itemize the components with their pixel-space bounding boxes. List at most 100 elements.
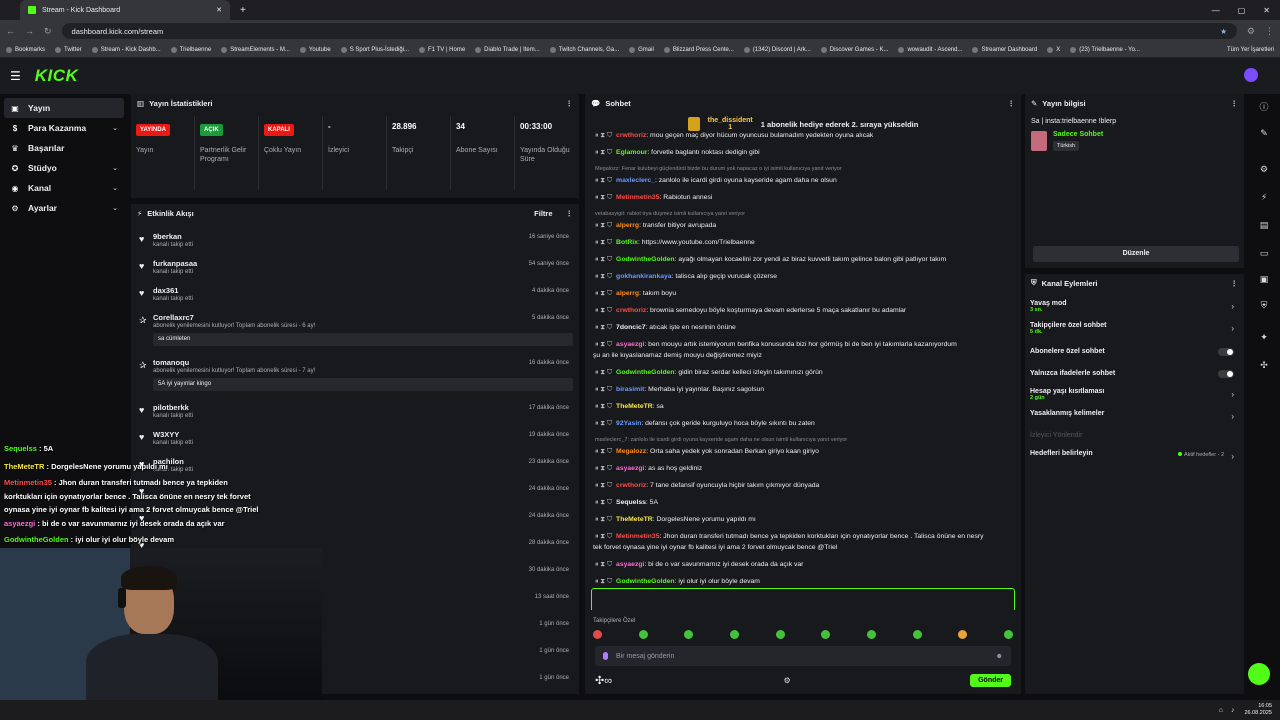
mod-actions-icon[interactable]: ⏸ ⧗ ⛉ [595, 516, 612, 523]
chat-message[interactable]: ⏸ ⧗ ⛉ alperrg: transfer bitiyor avrupada [595, 222, 1015, 230]
more-options-icon[interactable]: ⋮ [566, 99, 574, 108]
chat-username[interactable]: crwthoriz [616, 482, 646, 489]
chat-message[interactable]: Megalozz: Fenar kulubeyi güçlendirdi biz… [595, 166, 1015, 172]
browser-tab[interactable]: Stream - Kick Dashboard ✕ [20, 0, 230, 20]
bookmark-item[interactable]: (23) Trielbaenne - Yo... [1070, 46, 1140, 53]
sidebar-item-0[interactable]: ▣ Yayın [4, 98, 124, 118]
mod-actions-icon[interactable]: ⏸ ⧗ ⛉ [595, 324, 612, 331]
sidebar-item-3[interactable]: ✪ Stüdyo ⌄ [4, 158, 124, 178]
chat-username[interactable]: alperrg [616, 290, 639, 297]
user-avatar[interactable] [1244, 68, 1258, 82]
sidebar-item-5[interactable]: ⚙ Ayarlar ⌄ [4, 198, 124, 218]
address-bar[interactable]: dashboard.kick.com/stream ★ [61, 23, 1237, 39]
toggle-switch[interactable] [1218, 348, 1234, 356]
channel-action-row[interactable]: Yasaklanmış kelimeler › [1030, 410, 1238, 421]
chat-message[interactable]: ⏸ ⧗ ⛉ alperrg: takım boyu [595, 290, 1015, 298]
chevron-down-icon[interactable]: ⌄ [112, 204, 118, 212]
bookmark-item[interactable]: Youtube [299, 46, 331, 53]
emote-icon[interactable] [593, 630, 602, 639]
filter-button[interactable]: Filtre [534, 209, 552, 218]
chevron-right-icon[interactable]: › [1231, 324, 1234, 333]
mod-actions-icon[interactable]: ⏸ ⧗ ⛉ [595, 239, 612, 246]
apps-icon[interactable]: ✣ [1258, 360, 1270, 372]
tab-close-icon[interactable]: ✕ [216, 6, 222, 14]
chat-username[interactable]: GodwintheGolden [616, 256, 675, 263]
mod-actions-icon[interactable]: ⏸ ⧗ ⛉ [595, 132, 612, 139]
chat-username[interactable]: Eglamour [616, 149, 647, 156]
bookmark-item[interactable]: Twitch Channels, Ga... [549, 46, 619, 53]
chat-username[interactable]: TheMeteTR [616, 403, 653, 410]
more-options-icon[interactable]: ⋮ [1231, 99, 1239, 108]
chat-message[interactable]: ⏸ ⧗ ⛉ crwthoriz: 7 tane defansif oyuncuyl… [595, 482, 1015, 490]
chat-username[interactable]: asyaezgi [616, 465, 644, 472]
edit-button[interactable]: Düzenle [1033, 246, 1239, 262]
bookmark-item[interactable]: Trielbaenne [170, 46, 211, 53]
chat-message[interactable]: maxleclerc_7: zanlolo ile icardi girdi o… [595, 437, 1015, 443]
chat-message[interactable]: ⏸ ⧗ ⛉ asyaezgi: bi de o var savunmarnız i… [595, 561, 1015, 569]
bookmark-item[interactable]: Blizzard Press Cente... [663, 46, 734, 53]
bookmark-item[interactable]: Gmail [629, 46, 654, 53]
lightning-icon[interactable]: ⚡ [1258, 192, 1270, 204]
chat-message[interactable]: ⏸ ⧗ ⛉ 92Yasin: defansı çok geride kurgulu… [595, 420, 1015, 428]
mod-actions-icon[interactable]: ⏸ ⧗ ⛉ [595, 482, 612, 489]
mod-actions-icon[interactable]: ⏸ ⧗ ⛉ [595, 499, 612, 506]
maximize-icon[interactable]: ▢ [1238, 6, 1246, 15]
chevron-right-icon[interactable]: › [1231, 412, 1234, 421]
chat-message[interactable]: ⏸ ⧗ ⛉ crwthoriz: brownia semedoyu böyle k… [595, 307, 1015, 315]
bookmark-star-icon[interactable]: ★ [1220, 27, 1227, 36]
sidebar-item-2[interactable]: ♛ Başarılar [4, 138, 124, 158]
more-options-icon[interactable]: ⋮ [566, 209, 574, 218]
mod-icon[interactable]: ⛨ [1258, 300, 1270, 312]
mod-actions-icon[interactable]: ⏸ ⧗ ⛉ [595, 149, 612, 156]
bookmark-item[interactable]: StreamElements - M... [221, 46, 290, 53]
chat-message[interactable]: ⏸ ⧗ ⛉ gokhankirankaya: talisca alıp geçip… [595, 273, 1015, 281]
chat-username[interactable]: asyaezgi [616, 561, 644, 568]
mod-actions-icon[interactable]: ⏸ ⧗ ⛉ [595, 386, 612, 393]
chat-username[interactable]: TheMeteTR [616, 516, 653, 523]
mod-actions-icon[interactable]: ⏸ ⧗ ⛉ [595, 533, 612, 540]
bookmark-item[interactable]: Diablo Trade | Item... [475, 46, 540, 53]
bookmark-item[interactable]: F1 TV | Home [419, 46, 465, 53]
activity-username[interactable]: pilotberkk [153, 403, 189, 412]
chat-username[interactable]: Metinmetin35 [616, 194, 659, 201]
mod-actions-icon[interactable]: ⏸ ⧗ ⛉ [595, 177, 612, 184]
bookmark-item[interactable]: wowaudit - Ascend... [898, 46, 962, 53]
settings-icon[interactable]: ⚙ [1258, 164, 1270, 176]
channel-action-row[interactable]: Takipçilere özel sohbet 5 dk. › [1030, 322, 1238, 335]
toggle-switch[interactable] [1218, 370, 1234, 378]
emote-icon[interactable] [1003, 630, 1013, 639]
chat-settings-icon[interactable]: ⚙ [784, 676, 791, 685]
mod-actions-icon[interactable]: ⏸ ⧗ ⛉ [595, 465, 612, 472]
new-tab-icon[interactable]: + [240, 5, 246, 16]
chat-message[interactable]: ⏸ ⧗ ⛉ Megalozz: Orta saha yedek yok sonra… [595, 448, 1015, 456]
channel-action-row[interactable]: Yalnızca ifadelerle sohbet [1030, 370, 1238, 378]
chat-message[interactable]: vetabasyigit: rabiot trya düşmez isimli … [595, 211, 1015, 217]
chat-message[interactable]: ⏸ ⧗ ⛉ TheMeteTR: sa [595, 403, 1015, 411]
chat-message[interactable]: ⏸ ⧗ ⛉ Eglamour: forvetle baglantı noktası… [595, 149, 1015, 157]
chat-username[interactable]: BotRix [616, 239, 638, 246]
more-options-icon[interactable]: ⋮ [1231, 279, 1239, 288]
chat-message[interactable]: ⏸ ⧗ ⛉ crwthoriz: mou geçen maç diyor hücu… [595, 132, 1015, 140]
chat-message[interactable]: ⏸ ⧗ ⛉ BotRix: https://www.youtube.com/Tri… [595, 239, 1015, 247]
chat-message[interactable]: ⏸ ⧗ ⛉ GodwintheGolden: ayağı olmayan koca… [595, 256, 1015, 264]
status-badge[interactable]: AÇIK [200, 124, 223, 136]
extensions-icon[interactable]: ⚙ [1247, 26, 1255, 37]
mod-actions-icon[interactable]: ⏸ ⧗ ⛉ [595, 561, 612, 568]
chat-username[interactable]: Sequelss [616, 499, 646, 506]
mod-actions-icon[interactable]: ⏸ ⧗ ⛉ [595, 448, 612, 455]
activity-username[interactable]: Corellaxrc7 [153, 313, 194, 322]
chat-username[interactable]: 7doncic7 [616, 324, 645, 331]
reload-icon[interactable]: ↻ [44, 26, 52, 37]
chat-username[interactable]: alperrg [616, 222, 639, 229]
activity-username[interactable]: 9berkan [153, 232, 182, 241]
bookmark-item[interactable]: Discover Games - K... [820, 46, 888, 53]
mod-actions-icon[interactable]: ⏸ ⧗ ⛉ [595, 307, 612, 314]
chevron-right-icon[interactable]: › [1231, 390, 1234, 399]
chat-message[interactable]: ⏸ ⧗ ⛉ asyaezgi: as as hoş geldiniz [595, 465, 1015, 473]
more-options-icon[interactable]: ⋮ [1008, 99, 1016, 108]
close-window-icon[interactable]: ✕ [1263, 6, 1270, 15]
hamburger-menu-icon[interactable]: ☰ [10, 69, 21, 83]
bookmark-item[interactable]: Stream - Kick Dashb... [91, 46, 161, 53]
channel-action-row[interactable]: Hedefleri belirleyin Aktif hedefler - 2 › [1030, 450, 1238, 461]
chat-username[interactable]: maxleclerc_ [616, 177, 655, 184]
